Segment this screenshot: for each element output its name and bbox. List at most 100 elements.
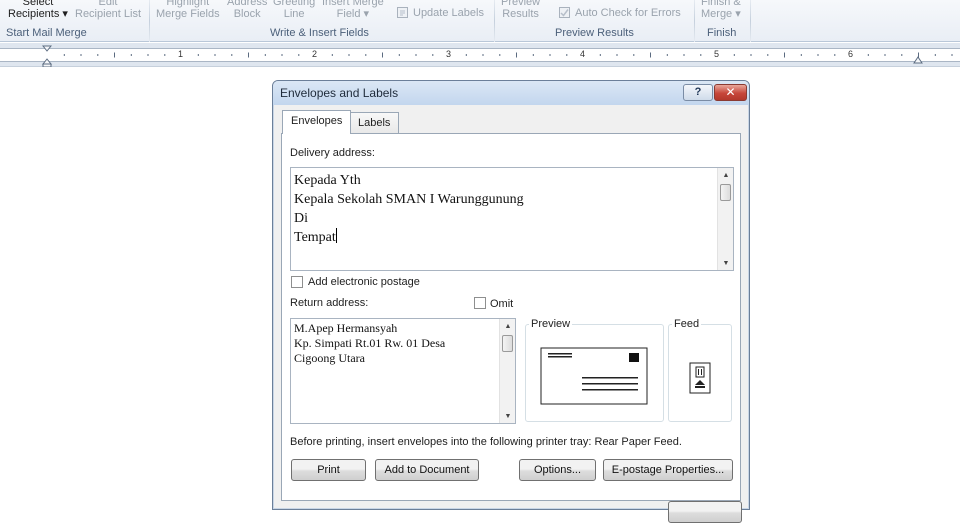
ruler-tick [63,54,65,56]
envelopes-panel: Delivery address: Kepada Yth Kepala Seko… [281,133,741,501]
delivery-line: Tempat [294,230,336,245]
preview-group[interactable] [525,324,664,422]
omit-label: Omit [490,298,514,310]
dialog-titlebar[interactable]: Envelopes and Labels ? ✕ [273,81,749,105]
ruler-tick [164,54,166,56]
envelope-preview-icon [540,347,648,405]
ruler-tick [298,54,300,56]
select-recipients-button[interactable]: Select Recipients ▾ [8,0,68,20]
scroll-thumb[interactable] [502,335,513,352]
address-block-line2: Block [233,8,261,20]
ribbon-separator [694,0,695,42]
group-label-write-insert-fields: Write & Insert Fields [270,27,369,39]
ruler-tick [130,54,132,56]
return-address-label: Return address: [290,297,369,309]
greeting-line1: Greeting [273,0,316,8]
update-labels-icon [396,6,409,19]
ruler-tick [800,54,802,56]
return-address-input[interactable]: M.Apep Hermansyah Kp. Simpati Rt.01 Rw. … [290,318,516,424]
ruler-tick [331,54,333,56]
address-block-button[interactable]: Address Block [227,0,267,20]
scroll-thumb[interactable] [720,184,731,201]
ribbon-separator [494,0,495,42]
feed-label: Feed [672,318,702,330]
scroll-up-icon[interactable]: ▲ [718,168,734,182]
ruler-tick [549,54,551,56]
options-button[interactable]: Options... [519,459,596,481]
insert-merge-line2: Field ▾ [336,8,370,20]
delivery-address-label: Delivery address: [290,147,375,159]
ruler-tick [214,54,216,56]
update-labels-label: Update Labels [413,6,484,19]
group-label-start-mail-merge: Start Mail Merge [6,27,87,39]
ruler-tick [147,54,149,56]
insert-merge-field-button[interactable]: Insert Merge Field ▾ [322,0,384,20]
preview-results-line2: Results [502,8,539,20]
finish-merge-button[interactable]: Finish & Merge ▾ [701,0,741,20]
print-button[interactable]: Print [291,459,366,481]
group-label-finish: Finish [707,27,737,39]
scroll-down-icon[interactable]: ▼ [500,409,516,423]
delivery-line: Kepada Yth [294,173,361,188]
right-indent-marker-icon[interactable] [913,55,923,67]
text-cursor [335,228,337,243]
epostage-properties-button[interactable]: E-postage Properties... [603,459,733,481]
ruler-tick [365,54,367,56]
tab-labels[interactable]: Labels [349,112,400,134]
ruler-tick [499,54,501,56]
options-button-label: Options... [533,464,582,476]
address-block-line1: Address [227,0,268,8]
greeting-line-button[interactable]: Greeting Line [273,0,315,20]
ruler-tick [733,54,735,56]
omit-checkbox[interactable] [474,297,486,309]
insert-merge-line1: Insert Merge [322,0,384,8]
preview-label: Preview [529,318,573,330]
ruler-tick [348,54,350,56]
ruler-tick [264,54,266,56]
scroll-up-icon[interactable]: ▲ [500,319,516,333]
tab-envelopes-label: Envelopes [291,115,343,127]
add-to-document-button[interactable]: Add to Document [375,459,479,481]
edit-recipient-list-line1: Edit [98,0,118,8]
auto-check-label: Auto Check for Errors [575,6,681,19]
ruler-number-1: 1 [178,49,184,59]
ruler-tick [382,52,383,58]
preview-results-button[interactable]: Preview Results [501,0,540,20]
ruler-tick [834,54,836,56]
ruler-tick [683,54,685,56]
feed-group[interactable] [668,324,732,422]
delivery-line: Kepala Sekolah SMAN I Warunggunung [294,192,524,207]
help-button[interactable]: ? [683,84,713,101]
ribbon-separator [750,0,751,42]
close-button[interactable]: ✕ [714,84,747,101]
horizontal-ruler[interactable]: 1 2 3 4 5 6 [0,43,960,70]
ruler-tick [666,54,668,56]
highlight-merge-fields-button[interactable]: Highlight Merge Fields [156,0,220,20]
ruler-number-4: 4 [580,49,586,59]
ruler-tick [867,54,869,56]
ok-button-partial[interactable] [668,501,742,523]
ruler-ticks [63,52,953,58]
scroll-down-icon[interactable]: ▼ [718,256,734,270]
auto-check-errors-button[interactable]: Auto Check for Errors [558,6,681,19]
ruler-tick [951,54,953,56]
group-label-preview-results: Preview Results [555,27,634,39]
edit-recipient-list-button[interactable]: Edit Recipient List [75,0,141,20]
delivery-address-input[interactable]: Kepada Yth Kepala Sekolah SMAN I Warungg… [290,167,734,271]
ruler-track: 1 2 3 4 5 6 [0,48,960,62]
ruler-tick [465,54,467,56]
indent-marker-icon[interactable] [41,45,53,70]
ruler-tick [398,54,400,56]
return-line: Cigoong Utara [294,351,365,365]
delivery-line: Di [294,211,308,226]
add-electronic-postage-label: Add electronic postage [308,276,420,288]
ruler-tick [415,54,417,56]
ruler-tick [516,52,517,58]
delivery-scrollbar[interactable]: ▲ ▼ [717,168,733,270]
update-labels-button[interactable]: Update Labels [396,6,484,19]
ruler-tick [700,54,702,56]
tab-envelopes[interactable]: Envelopes [282,110,352,134]
return-scrollbar[interactable]: ▲ ▼ [499,319,515,423]
ruler-tick [750,54,752,56]
add-electronic-postage-checkbox[interactable] [291,276,303,288]
